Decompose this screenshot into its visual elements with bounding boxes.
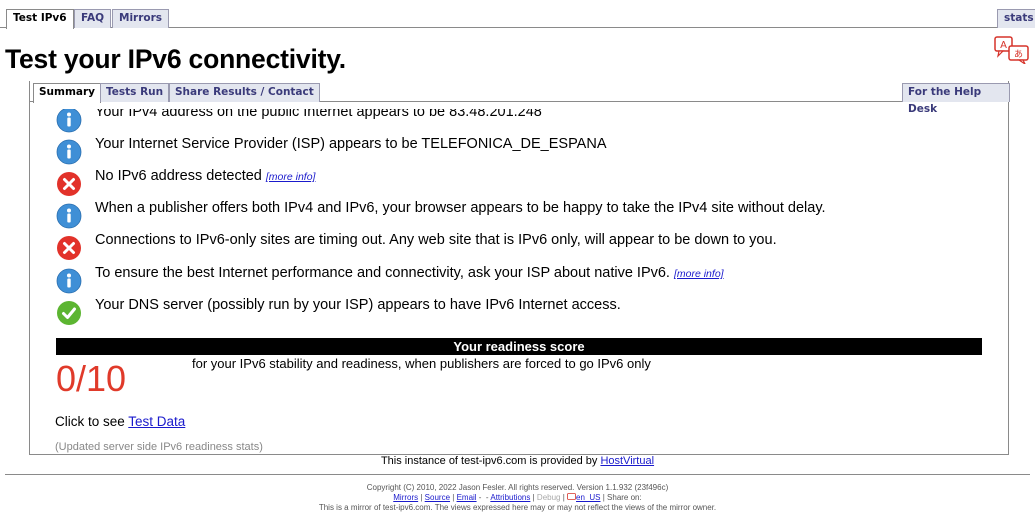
info-icon xyxy=(56,109,82,133)
updated-note: (Updated server side IPv6 readiness stat… xyxy=(55,441,263,453)
tab-share-results[interactable]: Share Results / Contact xyxy=(169,83,320,102)
result-message: When a publisher offers both IPv4 and IP… xyxy=(95,199,826,217)
readiness-header: Your readiness score xyxy=(56,338,982,355)
more-info-link[interactable]: [more info] xyxy=(266,171,316,183)
more-info-link[interactable]: [more info] xyxy=(674,268,724,280)
info-icon xyxy=(56,203,82,229)
results-list: Your IPv4 address on the public Internet… xyxy=(30,109,1010,339)
footer-locale-link[interactable]: en_US xyxy=(576,493,600,502)
click-to-see-label: Click to see xyxy=(55,414,129,429)
readiness-description: for your IPv6 stability and readiness, w… xyxy=(192,356,651,371)
provided-by: This instance of test-ipv6.com is provid… xyxy=(0,455,1035,467)
footer-attributions-link[interactable]: Attributions xyxy=(490,493,530,502)
result-row: To ensure the best Internet performance … xyxy=(56,264,996,294)
inner-tab-bar: Summary Tests Run Share Results / Contac… xyxy=(30,81,1010,115)
check-icon xyxy=(56,300,82,326)
error-icon xyxy=(56,171,82,197)
info-icon xyxy=(56,139,82,165)
results-panel: Summary Tests Run Share Results / Contac… xyxy=(29,81,1010,455)
footer-copyright: Copyright (C) 2010, 2022 Jason Fesler. A… xyxy=(366,483,669,492)
result-message: To ensure the best Internet performance … xyxy=(95,264,724,283)
info-icon xyxy=(56,268,82,294)
footer-debug-link[interactable]: Debug xyxy=(537,493,561,502)
result-message: Your Internet Service Provider (ISP) app… xyxy=(95,135,607,153)
result-message: Connections to IPv6-only sites are timin… xyxy=(95,231,777,249)
result-text: Your Internet Service Provider (ISP) app… xyxy=(95,136,607,152)
click-to-see: Click to see Test Data xyxy=(55,414,185,429)
result-row: Connections to IPv6-only sites are timin… xyxy=(56,231,996,261)
top-tab-bar: Test IPv6 FAQ Mirrors stats xyxy=(0,0,1035,29)
svg-text:A: A xyxy=(1000,40,1007,51)
footer-source-link[interactable]: Source xyxy=(425,493,450,502)
locale-translate-icon xyxy=(567,493,576,500)
footer-mirror-note: This is a mirror of test-ipv6.com. The v… xyxy=(318,503,717,512)
tab-help-desk[interactable]: For the Help Desk xyxy=(902,83,1010,115)
result-row: When a publisher offers both IPv4 and IP… xyxy=(56,199,996,229)
result-row: No IPv6 address detected [more info] xyxy=(56,167,996,197)
result-text: Your DNS server (possibly run by your IS… xyxy=(95,297,621,313)
tab-faq[interactable]: FAQ xyxy=(74,9,112,28)
footer-links: Mirrors | Source | Email - - Attribution… xyxy=(393,493,642,502)
tab-tests-run[interactable]: Tests Run xyxy=(100,83,170,102)
result-message: No IPv6 address detected [more info] xyxy=(95,167,315,186)
result-row: Your DNS server (possibly run by your IS… xyxy=(56,296,996,326)
footer-divider xyxy=(5,474,1030,475)
hostvirtual-link[interactable]: HostVirtual xyxy=(600,455,654,467)
result-message: Your IPv4 address on the public Internet… xyxy=(95,109,542,121)
page-title: Test your IPv6 connectivity. xyxy=(5,44,346,74)
tab-test-ipv6[interactable]: Test IPv6 xyxy=(6,9,74,29)
svg-text:あ: あ xyxy=(1014,49,1023,60)
result-text: No IPv6 address detected xyxy=(95,168,262,184)
provided-by-label: This instance of test-ipv6.com is provid… xyxy=(380,455,601,467)
tab-mirrors[interactable]: Mirrors xyxy=(112,9,170,28)
result-message: Your DNS server (possibly run by your IS… xyxy=(95,296,621,314)
footer-share-on: Share on: xyxy=(607,493,642,502)
footer-email-link[interactable]: Email xyxy=(457,493,477,502)
result-text: Connections to IPv6-only sites are timin… xyxy=(95,232,777,248)
translate-icon[interactable]: A あ xyxy=(994,36,1030,64)
tab-stats[interactable]: stats xyxy=(997,9,1035,28)
readiness-score: 0/10 xyxy=(56,358,127,399)
result-text: To ensure the best Internet performance … xyxy=(95,265,670,281)
tab-summary[interactable]: Summary xyxy=(33,83,102,103)
test-data-link[interactable]: Test Data xyxy=(128,414,185,429)
footer-mirrors-link[interactable]: Mirrors xyxy=(393,493,418,502)
result-row: Your Internet Service Provider (ISP) app… xyxy=(56,135,996,165)
result-text: When a publisher offers both IPv4 and IP… xyxy=(95,200,826,216)
error-icon xyxy=(56,235,82,261)
result-text: Your IPv4 address on the public Internet… xyxy=(95,109,542,120)
result-row: Your IPv4 address on the public Internet… xyxy=(56,109,996,133)
footer: Copyright (C) 2010, 2022 Jason Fesler. A… xyxy=(0,483,1035,513)
